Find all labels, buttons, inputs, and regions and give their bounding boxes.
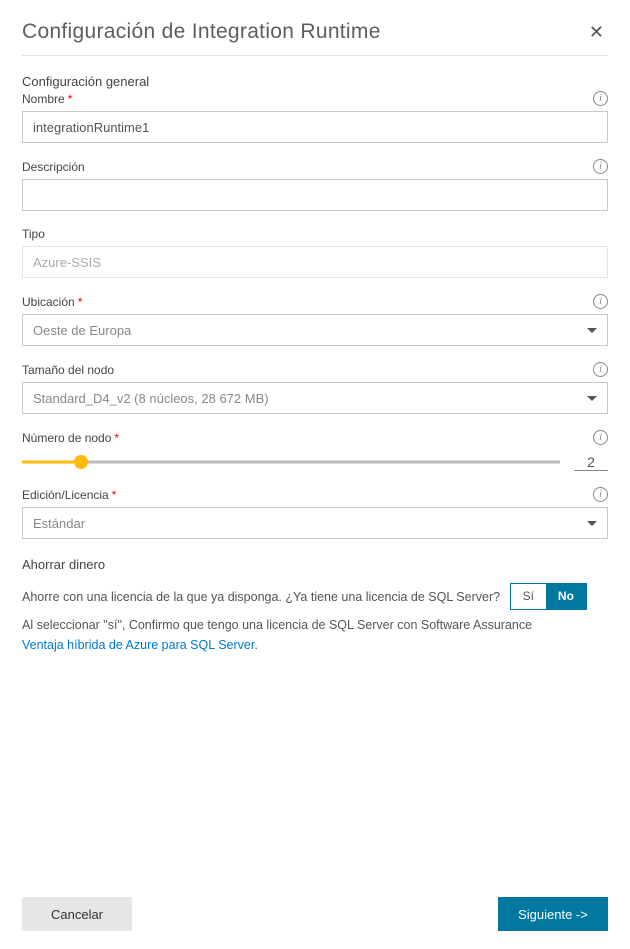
label-node-count: Número de nodo [22,431,111,445]
license-toggle: Sí No [510,583,587,610]
info-icon[interactable]: i [593,159,608,174]
label-edition: Edición/Licencia [22,488,109,502]
select-node-size[interactable]: Standard_D4_v2 (8 núcleos, 28 672 MB) [22,382,608,414]
label-location: Ubicación [22,295,75,309]
save-money-line2: Al seleccionar "sí", Confirmo que tengo … [22,615,608,655]
value-edition: Estándar [33,516,587,531]
required-marker: * [114,431,119,445]
toggle-no[interactable]: No [546,584,586,609]
info-icon[interactable]: i [593,91,608,106]
slider-node-count[interactable] [22,453,560,471]
value-type: Azure-SSIS [33,255,101,270]
panel-footer: Cancelar Siguiente -> [22,897,608,931]
toggle-yes[interactable]: Sí [511,584,546,609]
save-money-line1: Ahorre con una licencia de la que ya dis… [22,584,608,611]
panel-title: Configuración de Integration Runtime [22,20,381,44]
link-suffix: . [254,638,257,652]
input-name[interactable] [22,111,608,143]
label-name: Nombre [22,92,65,106]
label-type: Tipo [22,227,45,241]
slider-track [22,461,560,464]
chevron-down-icon [587,328,597,333]
close-icon[interactable]: ✕ [585,20,608,45]
slider-track-fill [22,461,81,464]
field-description: Descripción i [22,159,608,211]
panel-header: Configuración de Integration Runtime ✕ [22,20,608,56]
field-node-size: Tamaño del nodo i Standard_D4_v2 (8 núcl… [22,362,608,414]
value-node-size: Standard_D4_v2 (8 núcleos, 28 672 MB) [33,391,587,406]
info-icon[interactable]: i [593,362,608,377]
save-money-line2-text: Al seleccionar "sí", Confirmo que tengo … [22,618,532,632]
save-money-title: Ahorrar dinero [22,555,608,576]
label-description: Descripción [22,160,85,174]
input-description[interactable] [22,179,608,211]
slider-thumb[interactable] [74,455,88,469]
ir-config-panel: Configuración de Integration Runtime ✕ C… [0,0,630,949]
field-node-count: Número de nodo * i [22,430,608,471]
next-button[interactable]: Siguiente -> [498,897,608,931]
info-icon[interactable]: i [593,487,608,502]
chevron-down-icon [587,521,597,526]
input-node-count[interactable] [574,454,608,471]
save-money-line1-text: Ahorre con una licencia de la que ya dis… [22,590,500,604]
select-location[interactable]: Oeste de Europa [22,314,608,346]
readonly-type: Azure-SSIS [22,246,608,278]
info-icon[interactable]: i [593,294,608,309]
value-location: Oeste de Europa [33,323,587,338]
section-general-title: Configuración general [22,74,608,89]
field-location: Ubicación * i Oeste de Europa [22,294,608,346]
info-icon[interactable]: i [593,430,608,445]
chevron-down-icon [587,396,597,401]
label-node-size: Tamaño del nodo [22,363,114,377]
cancel-button[interactable]: Cancelar [22,897,132,931]
field-name: Nombre * i [22,91,608,143]
section-save-money: Ahorrar dinero Ahorre con una licencia d… [22,555,608,659]
field-edition: Edición/Licencia * i Estándar [22,487,608,539]
hybrid-benefit-link[interactable]: Ventaja híbrida de Azure para SQL Server [22,638,254,652]
field-type: Tipo Azure-SSIS [22,227,608,278]
required-marker: * [112,488,117,502]
required-marker: * [68,92,73,106]
select-edition[interactable]: Estándar [22,507,608,539]
required-marker: * [78,295,83,309]
